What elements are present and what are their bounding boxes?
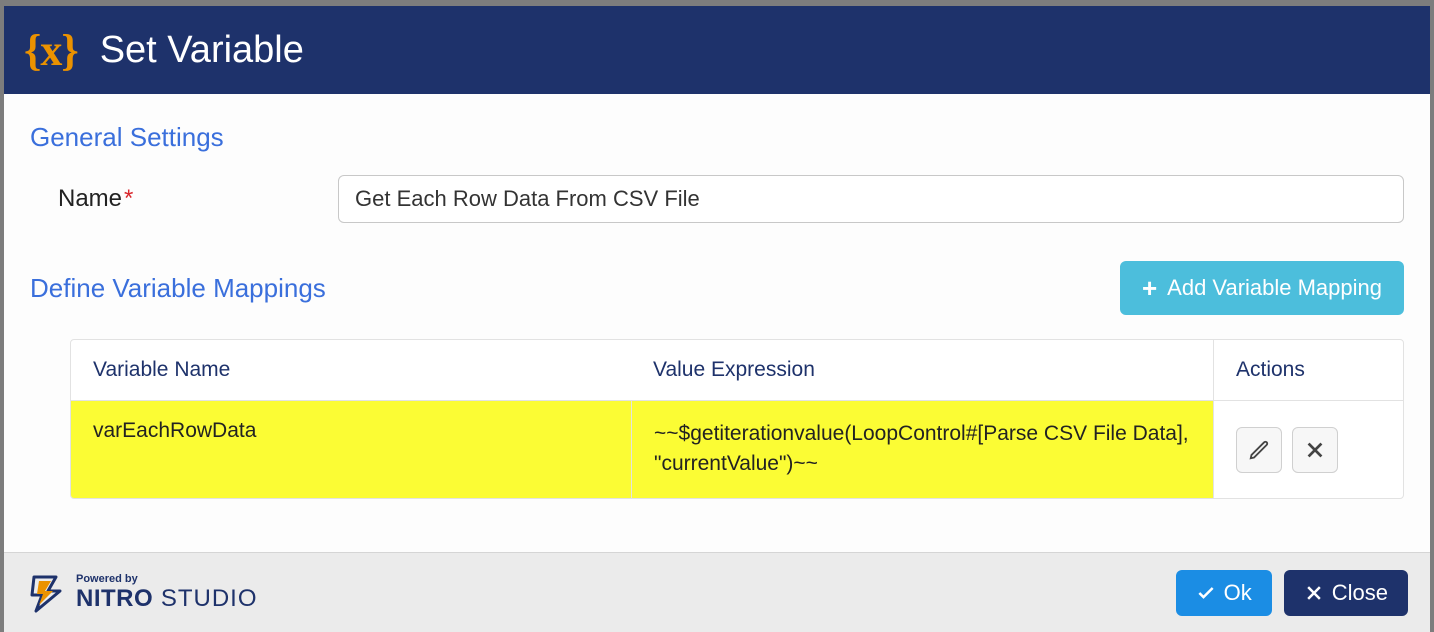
powered-by-nitro: Powered by NITRO STUDIO: [26, 573, 258, 613]
col-variable-name: Variable Name: [71, 340, 631, 401]
close-button[interactable]: Close: [1284, 570, 1408, 616]
edit-row-button[interactable]: [1236, 427, 1282, 473]
ok-label: Ok: [1224, 580, 1252, 606]
cell-variable-name: varEachRowData: [71, 401, 631, 498]
set-variable-icon: {x}: [24, 25, 78, 76]
plus-icon: +: [1142, 278, 1157, 299]
name-label: Name*: [58, 185, 338, 213]
table-header-row: Variable Name Value Expression Actions: [71, 340, 1403, 401]
name-row: Name*: [30, 175, 1404, 223]
cell-actions: [1213, 401, 1403, 498]
close-icon: [1304, 583, 1324, 603]
add-variable-mapping-button[interactable]: + Add Variable Mapping: [1120, 261, 1404, 315]
close-label: Close: [1332, 580, 1388, 606]
col-actions: Actions: [1213, 340, 1403, 401]
delete-row-button[interactable]: [1292, 427, 1338, 473]
mappings-table: Variable Name Value Expression Actions v…: [70, 339, 1404, 499]
dialog-title: Set Variable: [100, 29, 304, 72]
nitro-brand-light: STUDIO: [153, 585, 257, 612]
close-icon: [1304, 439, 1326, 461]
dialog-header: {x} Set Variable: [4, 6, 1430, 94]
nitro-logo-icon: [26, 573, 66, 613]
cell-value-expression: ~~$getiterationvalue(LoopControl#[Parse …: [631, 401, 1213, 498]
table-row: varEachRowData ~~$getiterationvalue(Loop…: [71, 401, 1403, 498]
dialog-footer: Powered by NITRO STUDIO Ok Close: [4, 552, 1430, 632]
pencil-icon: [1248, 439, 1270, 461]
section-general-settings: General Settings: [30, 122, 1404, 153]
ok-button[interactable]: Ok: [1176, 570, 1272, 616]
section-define-mappings: Define Variable Mappings: [30, 273, 326, 304]
name-label-text: Name: [58, 185, 122, 212]
required-mark: *: [124, 185, 133, 212]
col-value-expression: Value Expression: [631, 340, 1213, 401]
nitro-brand-bold: NITRO: [76, 585, 153, 612]
dialog-body: General Settings Name* Define Variable M…: [4, 94, 1430, 552]
check-icon: [1196, 583, 1216, 603]
name-input[interactable]: [338, 175, 1404, 223]
add-variable-mapping-label: Add Variable Mapping: [1167, 275, 1382, 301]
